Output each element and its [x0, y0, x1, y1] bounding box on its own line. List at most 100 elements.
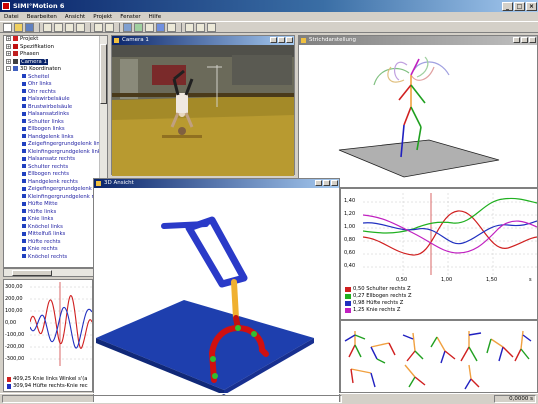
- tree-item-label: Projekt: [20, 36, 39, 42]
- point-icon: [22, 96, 26, 101]
- stick-sequence-panel[interactable]: [340, 320, 538, 393]
- stick-figure-icon[interactable]: [145, 22, 154, 32]
- tree-point-item[interactable]: Hüfte Mitte: [4, 201, 107, 209]
- stop-icon[interactable]: [196, 22, 205, 32]
- camera-window-title[interactable]: Camera 1: [112, 36, 294, 45]
- point-icon: [22, 164, 26, 168]
- tree-item[interactable]: + Phasen: [4, 51, 107, 59]
- tree-point-item[interactable]: Scheitel: [4, 74, 107, 82]
- graph-window[interactable]: 1,40 1,20 1,00 0,80 0,60 0,40 0,50 1,00 …: [340, 188, 538, 320]
- tree-item[interactable]: - 3D Koordinaten: [4, 66, 107, 74]
- tree-point-item[interactable]: Knöchel rechts: [4, 254, 107, 262]
- point-icon: [22, 239, 26, 243]
- legend-item[interactable]: 0,98 Hüfte rechts Z: [343, 300, 537, 307]
- tree-point-item[interactable]: Ellbogen rechts: [4, 171, 107, 179]
- tree-point-item[interactable]: Halsansatz rechts: [4, 156, 107, 164]
- menu-fenster[interactable]: Fenster: [120, 14, 140, 20]
- y-tick: -100,00: [5, 332, 25, 338]
- table-icon[interactable]: [167, 22, 176, 32]
- expand-toggle-icon[interactable]: +: [6, 43, 11, 49]
- legend-item[interactable]: 309,94 Hüfte rechts-Knie rec: [5, 383, 93, 390]
- 3d-window-title[interactable]: 3D Ansicht: [94, 179, 339, 188]
- point-icon: [22, 134, 26, 138]
- close-button[interactable]: ×: [526, 1, 537, 11]
- y-tick: -200,00: [5, 344, 25, 350]
- legend-item[interactable]: 1,25 Knie rechts Z: [343, 307, 537, 314]
- toolbar-separator: [39, 22, 40, 32]
- legend-item[interactable]: 0,50 Schulter rechts Z: [343, 286, 537, 293]
- tree-point-item[interactable]: Mittelfuß links: [4, 231, 107, 239]
- stick-window-title[interactable]: Strichdarstellung: [299, 36, 537, 45]
- camera-window[interactable]: Camera 1: [111, 35, 295, 176]
- menu-ansicht[interactable]: Ansicht: [65, 14, 85, 20]
- tree-point-label: Ohr rechts: [28, 88, 56, 95]
- 3d-view-window[interactable]: 3D Ansicht: [93, 178, 340, 403]
- tree-point-item[interactable]: Halsansatzlinks: [4, 111, 107, 119]
- tree-point-item[interactable]: Zeigefingergrundgelenk links: [4, 141, 107, 149]
- camera-video[interactable]: [112, 45, 294, 176]
- left-graph-plot[interactable]: [30, 282, 92, 366]
- tree-point-item[interactable]: Hüfte links: [4, 209, 107, 217]
- expand-toggle-icon[interactable]: -: [6, 66, 11, 71]
- save-icon[interactable]: [25, 22, 34, 32]
- tree-point-label: Schulter rechts: [28, 163, 69, 170]
- print-icon[interactable]: [43, 22, 52, 32]
- left-graph-window[interactable]: 300,00 200,00 100,00 0,00 -100,00 -200,0…: [3, 279, 93, 392]
- tree-item[interactable]: + Spezifikation: [4, 43, 107, 52]
- stick-sequence: [344, 330, 532, 390]
- point-icon: [22, 171, 26, 176]
- 3d-scene[interactable]: [94, 188, 339, 402]
- tree-point-item[interactable]: Handgelenk links: [4, 134, 107, 142]
- tree-point-label: Knie links: [28, 216, 54, 222]
- toolbar-separator: [181, 22, 182, 32]
- tree-point-item[interactable]: Hüfte rechts: [4, 239, 107, 247]
- cut-icon[interactable]: [54, 22, 63, 32]
- tree-scrollbar-thumb[interactable]: [100, 44, 107, 104]
- series-huefte-knie: [30, 306, 92, 349]
- stick-figure-canvas[interactable]: [299, 45, 537, 187]
- redo-icon[interactable]: [105, 22, 114, 32]
- tree-item[interactable]: + Projekt: [4, 36, 107, 44]
- tree-point-item[interactable]: Zeigefingergrundgelenk rechts: [4, 186, 107, 194]
- maximize-button[interactable]: □: [514, 1, 525, 11]
- menu-datei[interactable]: Datei: [4, 14, 19, 20]
- tree-point-item[interactable]: Brustwirbelsäule: [4, 104, 107, 112]
- stick-figure-window[interactable]: Strichdarstellung: [298, 35, 538, 188]
- tree-point-item[interactable]: Kleinfingergrundgelenk links: [4, 149, 107, 157]
- tree-point-item[interactable]: Ellbogen links: [4, 126, 107, 134]
- graph-plot[interactable]: [363, 193, 537, 275]
- tree-point-item[interactable]: Knöchel links: [4, 224, 107, 232]
- 3d-view-icon[interactable]: [156, 22, 165, 32]
- y-tick: 300,00: [5, 284, 23, 290]
- minimize-button[interactable]: _: [502, 1, 513, 11]
- play-icon[interactable]: [185, 22, 194, 32]
- undo-icon[interactable]: [94, 22, 103, 32]
- tree-point-item[interactable]: Ohr links: [4, 81, 107, 89]
- tree-item[interactable]: + Camera 1: [4, 58, 107, 67]
- tree-point-item[interactable]: Handgelenk rechts: [4, 179, 107, 187]
- tree-point-item[interactable]: Knie rechts: [4, 246, 107, 254]
- tree-point-label: Handgelenk rechts: [28, 178, 78, 185]
- legend-item[interactable]: 0,27 Ellbogen rechts Z: [343, 293, 537, 300]
- help-icon[interactable]: [207, 22, 216, 32]
- tree-point-item[interactable]: Schulter links: [4, 119, 107, 127]
- menu-projekt[interactable]: Projekt: [93, 14, 112, 20]
- tree-item-label: 3D Koordinaten: [20, 66, 62, 72]
- new-file-icon[interactable]: [3, 22, 12, 32]
- chart-icon[interactable]: [134, 22, 143, 32]
- expand-toggle-icon[interactable]: +: [6, 36, 11, 41]
- camera-icon[interactable]: [123, 22, 132, 32]
- tree-point-item[interactable]: Schulter rechts: [4, 164, 107, 172]
- tree-point-item[interactable]: Ohr rechts: [4, 89, 107, 97]
- tree-point-item[interactable]: Kleinfingergrundgelenk rechts: [4, 194, 107, 202]
- tree-point-item[interactable]: Halswirbelsäule: [4, 96, 107, 104]
- paste-icon[interactable]: [76, 22, 85, 32]
- menu-bearbeiten[interactable]: Bearbeiten: [27, 14, 57, 20]
- expand-toggle-icon[interactable]: +: [6, 51, 11, 56]
- tree-point-item[interactable]: Knie links: [4, 216, 107, 224]
- menu-hilfe[interactable]: Hilfe: [149, 14, 162, 20]
- legend-item[interactable]: 409,25 Knie links Winkel s'(a: [5, 376, 93, 383]
- expand-toggle-icon[interactable]: +: [6, 58, 11, 64]
- copy-icon[interactable]: [65, 22, 74, 32]
- open-folder-icon[interactable]: [14, 22, 23, 32]
